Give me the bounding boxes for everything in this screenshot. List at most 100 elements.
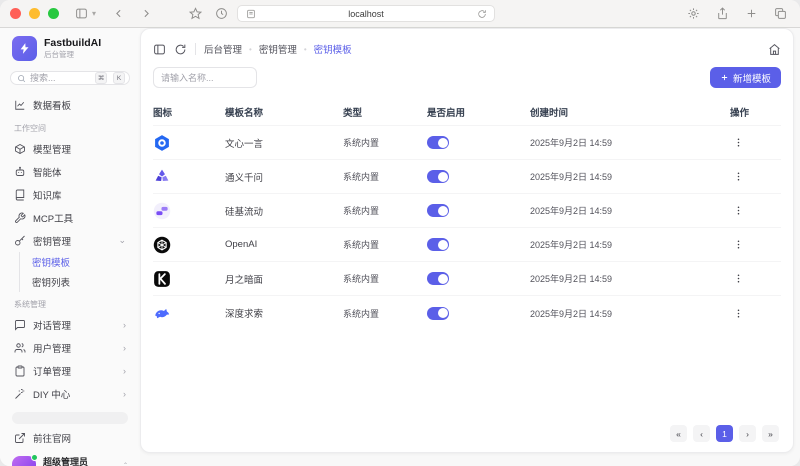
sidebar-item-knowledge[interactable]: 知识库 [10,183,130,206]
address-bar[interactable]: localhost [237,5,495,22]
section-system: 系统管理 [10,292,130,313]
book-icon [14,189,26,201]
first-page-button[interactable]: « [670,425,687,442]
breadcrumb: 后台管理 • 密钥管理 • 密钥模板 [204,42,352,56]
table-row: OpenAI 系统内置 2025年9月2日 14:59 [153,228,781,262]
sidebar-item-label: 密钥管理 [33,234,71,248]
wrench-icon [14,212,26,224]
close-window-button[interactable] [10,8,21,19]
template-name: 文心一言 [225,136,343,150]
add-template-label: 新增模板 [733,71,771,85]
sidebar-item-key-list[interactable]: 密钥列表 [28,272,130,292]
collapse-sidebar-icon[interactable] [153,43,166,56]
sidebar-item-user-management[interactable]: 用户管理 › [10,336,130,359]
more-actions-icon[interactable] [730,305,746,321]
sidebar-item-key-templates[interactable]: 密钥模板 [28,252,130,272]
sidebar-item-models[interactable]: 模型管理 [10,137,130,160]
breadcrumb-item[interactable]: 后台管理 [204,42,242,56]
prev-page-button[interactable]: ‹ [693,425,710,442]
content-card: 后台管理 • 密钥管理 • 密钥模板 新增模板 [140,28,794,453]
more-actions-icon[interactable] [730,203,746,219]
brand-subtitle: 后台管理 [44,49,101,60]
add-template-button[interactable]: 新增模板 [710,67,781,88]
brand-logo-row[interactable]: FastbuildAI 后台管理 [10,34,130,63]
settings-gear-icon[interactable] [683,4,703,24]
breadcrumb-item[interactable]: 密钥管理 [259,42,297,56]
next-page-button[interactable]: › [739,425,756,442]
sidebar-item-diy-center[interactable]: DIY 中心 › [10,382,130,405]
browser-sidebar-icon[interactable] [71,4,91,24]
template-name: OpenAI [225,239,343,250]
page-header: 后台管理 • 密钥管理 • 密钥模板 [153,39,781,59]
templates-table: 图标 模板名称 类型 是否启用 创建时间 操作 [153,98,781,442]
plus-icon [720,73,729,82]
breadcrumb-separator: • [249,45,252,54]
breadcrumb-item-current[interactable]: 密钥模板 [314,42,352,56]
new-tab-plus-icon[interactable] [741,4,761,24]
bot-icon [14,166,26,178]
chevron-down-icon[interactable]: ▾ [92,9,96,18]
sidebar: FastbuildAI 后台管理 ⌘ K 数据看板 工作空间 模型管理 [0,28,140,466]
column-header-type: 类型 [343,105,427,119]
wand-icon [14,388,26,400]
sidebar-search[interactable]: ⌘ K [10,71,130,85]
enable-toggle[interactable] [427,238,449,251]
back-icon[interactable] [108,4,128,24]
sidebar-item-label: 前往官网 [33,431,71,445]
share-icon[interactable] [712,4,732,24]
table-row: 通义千问 系统内置 2025年9月2日 14:59 [153,160,781,194]
chevron-right-icon: › [123,389,126,399]
user-menu[interactable]: 超级管理员 admin ⌃⌃ [10,454,130,466]
moonshot-kimi-logo-icon [153,270,171,288]
more-actions-icon[interactable] [730,169,746,185]
sidebar-item-official-website[interactable]: 前往官网 [10,426,130,449]
last-page-button[interactable]: » [762,425,779,442]
enable-toggle[interactable] [427,272,449,285]
home-icon[interactable] [768,43,781,56]
column-header-created: 创建时间 [530,105,730,119]
tab-overview-icon[interactable] [770,4,790,24]
template-type: 系统内置 [343,272,427,285]
sidebar-item-label: 订单管理 [33,364,71,378]
sidebar-item-label: 用户管理 [33,341,71,355]
reload-icon[interactable] [475,7,488,20]
bookmark-star-icon[interactable] [185,4,205,24]
sidebar-item-agents[interactable]: 智能体 [10,160,130,183]
minimize-window-button[interactable] [29,8,40,19]
clipboard-icon [14,365,26,377]
sidebar-item-mcp-tools[interactable]: MCP工具 [10,206,130,229]
column-header-actions: 操作 [730,105,781,119]
table-row: 深度求索 系统内置 2025年9月2日 14:59 [153,296,781,330]
url-text[interactable]: localhost [257,9,475,19]
created-at: 2025年9月2日 14:59 [530,136,730,149]
more-actions-icon[interactable] [730,237,746,253]
template-type: 系统内置 [343,238,427,251]
forward-icon[interactable] [136,4,156,24]
template-name: 硅基流动 [225,204,343,218]
section-workspace: 工作空间 [10,116,130,137]
enable-toggle[interactable] [427,307,449,320]
template-type: 系统内置 [343,307,427,320]
chevron-down-icon: ⌄ [118,235,126,246]
sidebar-item-chat-management[interactable]: 对话管理 › [10,313,130,336]
enable-toggle[interactable] [427,204,449,217]
name-search-input[interactable] [153,67,257,88]
online-status-dot [31,454,38,461]
sidebar-item-key-management[interactable]: 密钥管理 ⌄ [10,229,130,252]
sidebar-search-input[interactable] [30,73,91,83]
sidebar-item-order-management[interactable]: 订单管理 › [10,359,130,382]
sidebar-item-dashboard[interactable]: 数据看板 [10,93,130,116]
more-actions-icon[interactable] [730,135,746,151]
more-actions-icon[interactable] [730,271,746,287]
current-page-button[interactable]: 1 [716,425,733,442]
history-clock-icon[interactable] [211,4,231,24]
external-link-icon [14,432,26,444]
chat-icon [14,319,26,331]
sidebar-item-label: MCP工具 [33,211,73,225]
template-type: 系统内置 [343,170,427,183]
column-header-name: 模板名称 [225,105,343,119]
enable-toggle[interactable] [427,136,449,149]
enable-toggle[interactable] [427,170,449,183]
zoom-window-button[interactable] [48,8,59,19]
refresh-icon[interactable] [174,43,187,56]
